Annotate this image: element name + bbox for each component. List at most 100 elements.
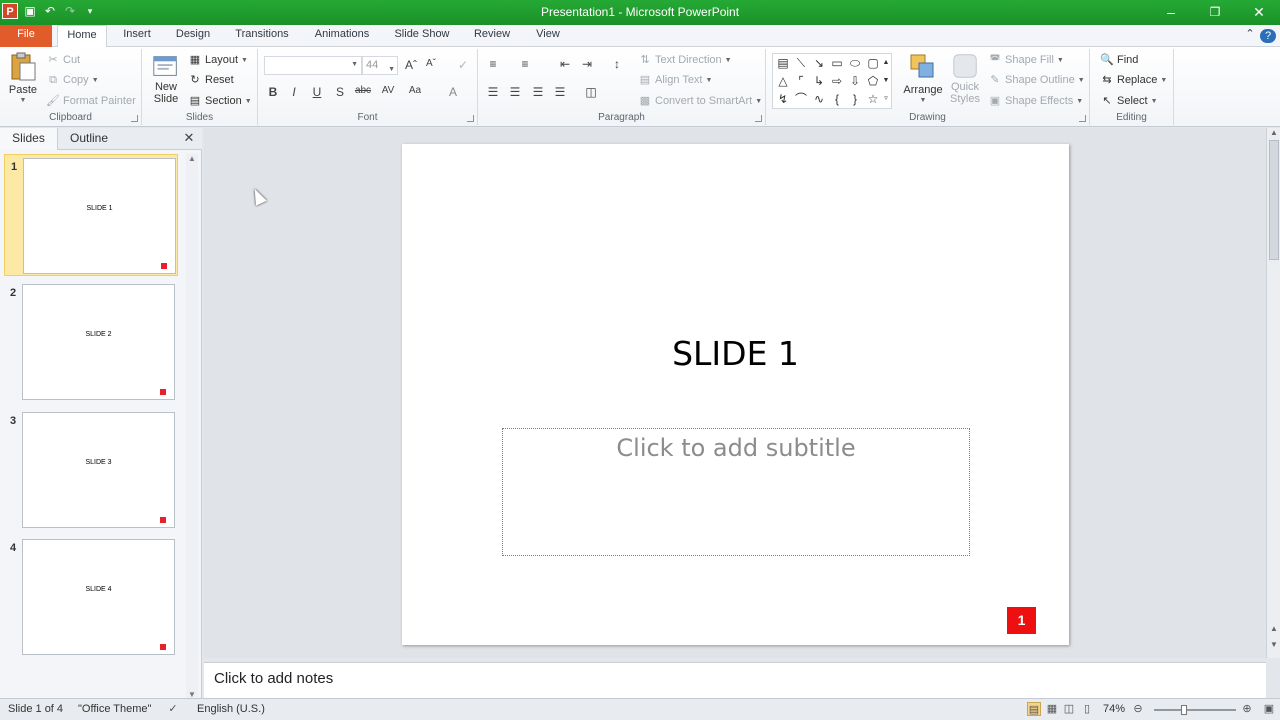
close-button[interactable]: ✕ [1244, 3, 1274, 21]
change-case-icon[interactable]: Aa [406, 85, 424, 96]
paste-dropdown-icon[interactable]: ▼ [20, 97, 27, 104]
slide-thumbnail-4[interactable]: 4 SLIDE 4 [4, 536, 178, 658]
shape-triangle-icon[interactable]: △ [775, 73, 791, 89]
zoom-in-icon[interactable]: ⊕ [1240, 702, 1254, 716]
tab-view[interactable]: View [526, 25, 570, 47]
notes-pane[interactable]: Click to add notes [204, 662, 1266, 698]
fit-to-window-icon[interactable]: ▣ [1262, 702, 1276, 716]
tab-outline[interactable]: Outline [58, 128, 120, 150]
gallery-scroll-down-icon[interactable]: ▼ [881, 73, 891, 89]
section-button[interactable]: ▤ Section ▼ [188, 94, 252, 108]
italic-icon[interactable]: I [285, 85, 303, 99]
shape-elbow-arrow-icon[interactable]: ↳ [811, 73, 827, 89]
increase-indent-icon[interactable]: ⇥ [578, 57, 596, 71]
scrollbar-thumb[interactable] [1269, 140, 1279, 260]
font-color-icon[interactable]: A [444, 85, 462, 99]
shape-left-brace-icon[interactable]: { [829, 91, 845, 107]
select-button[interactable]: ↖ Select ▼ [1100, 94, 1157, 108]
grow-font-icon[interactable]: Aˆ [402, 58, 420, 72]
zoom-slider-knob[interactable] [1181, 705, 1188, 715]
shape-freeform-icon[interactable]: ↯ [775, 91, 791, 107]
shape-down-arrow-icon[interactable]: ⇩ [847, 73, 863, 89]
slide-thumbnail-3[interactable]: 3 SLIDE 3 [4, 409, 178, 531]
slide-scroll-up-icon[interactable]: ▲ [1267, 128, 1280, 137]
tab-transitions[interactable]: Transitions [228, 25, 296, 47]
tab-animations[interactable]: Animations [306, 25, 378, 47]
shape-right-brace-icon[interactable]: } [847, 91, 863, 107]
tab-slides[interactable]: Slides [0, 128, 58, 150]
shape-curve-icon[interactable]: ∿ [811, 91, 827, 107]
cut-button[interactable]: ✂ Cut [46, 53, 80, 67]
copy-dropdown-icon[interactable]: ▼ [92, 77, 99, 84]
shape-arrow-icon[interactable]: ↘ [811, 55, 827, 71]
bold-icon[interactable]: B [264, 85, 282, 99]
slide-canvas[interactable]: SLIDE 1 Click to add subtitle 1 [402, 144, 1069, 645]
align-right-icon[interactable]: ☰ [529, 85, 547, 99]
restore-button[interactable]: ❐ [1200, 3, 1230, 21]
find-button[interactable]: 🔍 Find [1100, 53, 1138, 67]
clipboard-launcher-icon[interactable] [131, 115, 138, 122]
spell-check-icon[interactable]: ✓ [166, 702, 180, 716]
slide-thumbnail-2[interactable]: 2 SLIDE 2 [4, 281, 178, 403]
font-size-combo[interactable]: 44 ▼ [362, 56, 398, 75]
font-launcher-icon[interactable] [467, 115, 474, 122]
replace-button[interactable]: ⇆ Replace ▼ [1100, 73, 1167, 87]
shapes-gallery[interactable]: ▤ ⟍ ↘ ▭ ⬭ ▢ △ ⌜ ↳ ⇨ ⇩ ⬠ ↯ ⌒ ∿ { } ☆ ▲ ▼ … [772, 53, 892, 109]
font-size-dropdown-icon[interactable]: ▼ [388, 61, 395, 78]
clear-formatting-icon[interactable]: ✓ [454, 58, 472, 72]
align-text-button[interactable]: ▤ Align Text ▼ [638, 73, 713, 87]
slide-number-badge[interactable]: 1 [1007, 607, 1036, 634]
tab-file[interactable]: File [0, 25, 52, 47]
zoom-slider[interactable] [1154, 705, 1236, 715]
slide-show-icon[interactable]: ▯ [1080, 702, 1094, 716]
character-spacing-icon[interactable]: AV [379, 85, 397, 96]
line-spacing-icon[interactable]: ↕ [608, 57, 626, 71]
font-name-combo[interactable]: ▼ [264, 56, 362, 75]
shape-rounded-rectangle-icon[interactable]: ▢ [865, 55, 881, 71]
normal-view-icon[interactable]: ▤ [1027, 702, 1041, 716]
zoom-out-icon[interactable]: ⊖ [1131, 702, 1145, 716]
new-slide-button[interactable]: New Slide [148, 51, 184, 105]
strikethrough-icon[interactable]: abc [354, 85, 372, 96]
copy-button[interactable]: ⧉ Copy ▼ [46, 73, 99, 87]
font-name-dropdown-icon[interactable]: ▼ [351, 61, 358, 68]
tab-design[interactable]: Design [168, 25, 218, 47]
reset-button[interactable]: ↻ Reset [188, 73, 233, 87]
drawing-launcher-icon[interactable] [1079, 115, 1086, 122]
tab-insert[interactable]: Insert [114, 25, 160, 47]
quick-styles-button[interactable]: Quick Styles [946, 51, 984, 105]
shape-rectangle-icon[interactable]: ▭ [829, 55, 845, 71]
shape-elbow-connector-icon[interactable]: ⌜ [793, 73, 809, 89]
gallery-scroll-up-icon[interactable]: ▲ [881, 55, 891, 71]
tab-slide-show[interactable]: Slide Show [388, 25, 456, 47]
shape-pentagon-icon[interactable]: ⬠ [865, 73, 881, 89]
tab-review[interactable]: Review [466, 25, 518, 47]
shrink-font-icon[interactable]: Aˇ [422, 58, 440, 69]
underline-icon[interactable]: U [308, 85, 326, 99]
close-pane-icon[interactable]: ✕ [182, 131, 196, 145]
align-center-icon[interactable]: ☰ [506, 85, 524, 99]
layout-button[interactable]: ▦ Layout ▼ [188, 53, 248, 67]
slide-vertical-scrollbar[interactable]: ▲ ▲ ▼ [1266, 128, 1280, 658]
language-indicator[interactable]: English (U.S.) [197, 703, 265, 715]
help-icon[interactable]: ? [1260, 29, 1276, 43]
justify-icon[interactable]: ☰ [551, 85, 569, 99]
tab-home[interactable]: Home [57, 25, 107, 48]
shape-right-arrow-icon[interactable]: ⇨ [829, 73, 845, 89]
zoom-level[interactable]: 74% [1103, 703, 1125, 715]
thumbnails-scrollbar[interactable]: ▲ ▼ [186, 154, 198, 700]
subtitle-placeholder[interactable]: Click to add subtitle [502, 428, 970, 556]
paste-button[interactable]: Paste ▼ [6, 51, 40, 104]
slide-sorter-icon[interactable]: ▦ [1045, 702, 1059, 716]
bullets-icon[interactable]: ≡ [484, 57, 502, 71]
convert-smartart-button[interactable]: ▩ Convert to SmartArt ▼ [638, 94, 762, 108]
align-left-icon[interactable]: ☰ [484, 85, 502, 99]
shape-line-icon[interactable]: ⟍ [793, 55, 809, 71]
scroll-up-icon[interactable]: ▲ [186, 154, 198, 164]
shape-outline-button[interactable]: ✎ Shape Outline ▼ [988, 73, 1084, 87]
shape-textbox-icon[interactable]: ▤ [775, 55, 791, 71]
shape-star-icon[interactable]: ☆ [865, 91, 881, 107]
theme-name[interactable]: "Office Theme" [78, 703, 151, 715]
format-painter-button[interactable]: 🖌 Format Painter [46, 94, 136, 108]
slide-title[interactable]: SLIDE 1 [402, 334, 1069, 373]
